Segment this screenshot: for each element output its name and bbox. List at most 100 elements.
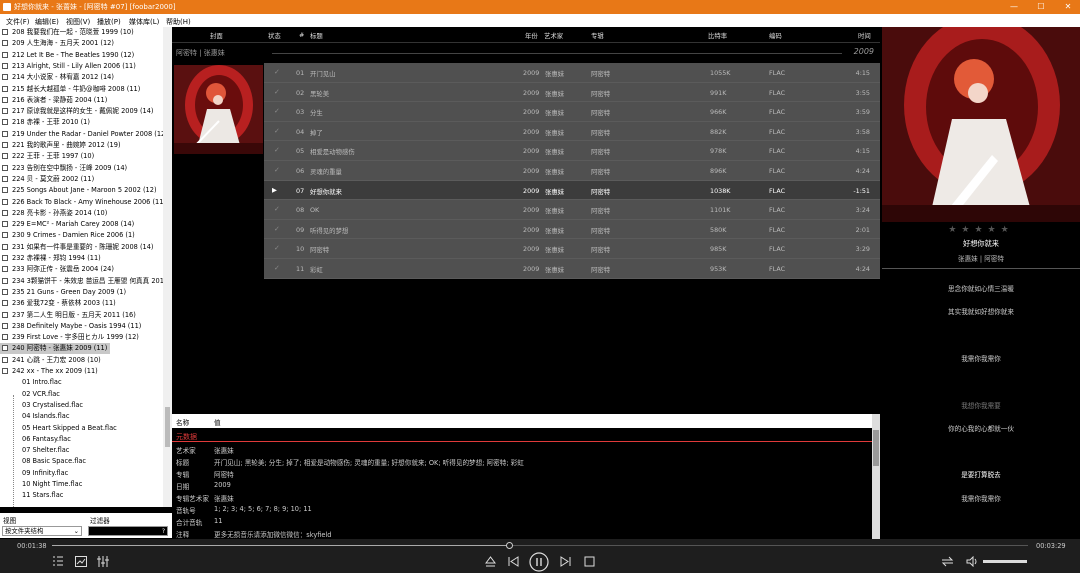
property-row[interactable]: 标题 开门见山; 黑轮美; 分生; 掉了; 相爱是动物感伤; 灵魂的重量; 好想你… bbox=[172, 456, 872, 468]
col-title[interactable]: 标题 bbox=[310, 31, 323, 40]
expand-box-icon[interactable] bbox=[2, 29, 8, 35]
expand-box-icon[interactable] bbox=[2, 164, 8, 171]
expand-box-icon[interactable] bbox=[2, 243, 8, 250]
expand-box-icon[interactable] bbox=[2, 153, 8, 160]
tree-album-item[interactable]: 221 我的歌声里 - 曲婉婷 2012 (19) bbox=[0, 140, 163, 151]
tree-album-item[interactable]: 242 xx - The xx 2009 (11) bbox=[0, 366, 163, 377]
expand-box-icon[interactable] bbox=[2, 62, 8, 69]
tree-album-item[interactable]: 232 赤裸裸 - 郑钧 1994 (11) bbox=[0, 253, 163, 264]
tree-scroll-thumb[interactable] bbox=[165, 407, 170, 447]
col-number[interactable]: # bbox=[299, 31, 304, 39]
expand-box-icon[interactable] bbox=[2, 130, 8, 137]
tree-album-item[interactable]: 233 阿弥正传 - 张震岳 2004 (24) bbox=[0, 264, 163, 275]
next-icon[interactable] bbox=[560, 556, 571, 567]
track-row[interactable]: ✓ 11 彩虹 2009 张惠妹 阿密特 953K FLAC 4:24 bbox=[264, 259, 880, 279]
tree-album-item[interactable]: 234 3颗猫饼干 - 朱效忠 苗运昌 王雁盟 何真真 2011 bbox=[0, 276, 163, 287]
tree-album-item[interactable]: 231 如果有一件事是重要的 - 陈珊妮 2008 (14) bbox=[0, 242, 163, 253]
expand-box-icon[interactable] bbox=[2, 187, 8, 194]
tree-album-item[interactable]: 229 E=MC² - Mariah Carey 2008 (14) bbox=[0, 219, 163, 230]
expand-box-icon[interactable] bbox=[2, 334, 8, 341]
track-row[interactable]: ✓ 04 掉了 2009 张惠妹 阿密特 882K FLAC 3:58 bbox=[264, 121, 880, 142]
tree-album-item[interactable]: 235 21 Guns - Green Day 2009 (1) bbox=[0, 287, 163, 298]
tree-album-item[interactable]: 237 第二人生 明日版 - 五月天 2011 (16) bbox=[0, 310, 163, 321]
track-row[interactable]: ✓ 03 分生 2009 张惠妹 阿密特 966K FLAC 3:59 bbox=[264, 102, 880, 122]
expand-box-icon[interactable] bbox=[2, 74, 8, 81]
close-button[interactable]: ✕ bbox=[1062, 1, 1074, 13]
filter-input[interactable]: ? bbox=[88, 526, 168, 536]
menu-help[interactable]: 帮助(H) bbox=[166, 17, 191, 27]
tree-album-item[interactable]: 241 心跳 - 王力宏 2008 (10) bbox=[0, 355, 163, 366]
tree-album-item[interactable]: 208 我要我们在一起 - 范晓萱 1999 (10) bbox=[0, 27, 163, 38]
track-row[interactable]: ▶ 07 好想你就来 2009 张惠妹 阿密特 1038K FLAC -1:51 bbox=[264, 180, 880, 201]
menu-file[interactable]: 文件(F) bbox=[6, 17, 30, 27]
minimize-button[interactable]: — bbox=[1008, 1, 1020, 13]
tree-album-item[interactable]: 219 Under the Radar - Daniel Powter 2008… bbox=[0, 129, 163, 140]
tree-album-item[interactable]: 228 亮卡影 - 孙燕姿 2014 (10) bbox=[0, 208, 163, 219]
expand-box-icon[interactable] bbox=[2, 345, 8, 352]
expand-box-icon[interactable] bbox=[2, 300, 8, 307]
tree-album-item[interactable]: 222 王菲 - 王菲 1997 (10) bbox=[0, 151, 163, 162]
property-row[interactable]: 日期 2009 bbox=[172, 480, 872, 492]
tree-album-item[interactable]: 225 Songs About Jane - Maroon 5 2002 (12… bbox=[0, 185, 163, 196]
tree-album-item[interactable]: 214 大小说家 - 林宥嘉 2012 (14) bbox=[0, 72, 163, 83]
expand-box-icon[interactable] bbox=[2, 322, 8, 329]
col-year[interactable]: 年份 bbox=[525, 31, 538, 40]
property-row[interactable]: 艺术家 张惠妹 bbox=[172, 444, 872, 456]
seek-knob[interactable] bbox=[506, 542, 514, 549]
tree-album-item[interactable]: 217 原谅我就是这样的女生 - 戴佩妮 2009 (14) bbox=[0, 106, 163, 117]
seek-bar[interactable] bbox=[52, 542, 1028, 549]
col-name[interactable]: 名称 bbox=[176, 417, 189, 427]
col-codec[interactable]: 编码 bbox=[769, 31, 782, 40]
tree-album-item[interactable]: 209 人生海海 - 五月天 2001 (12) bbox=[0, 38, 163, 49]
expand-box-icon[interactable] bbox=[2, 255, 8, 261]
tree-album-item[interactable]: 230 9 Crimes - Damien Rice 2006 (1) bbox=[0, 230, 163, 241]
expand-box-icon[interactable] bbox=[2, 198, 8, 205]
maximize-button[interactable]: ☐ bbox=[1035, 1, 1047, 13]
tree-album-item[interactable]: 212 Let It Be - The Beatles 1990 (12) bbox=[0, 50, 163, 61]
expand-box-icon[interactable] bbox=[2, 209, 8, 216]
playlist-view-icon[interactable] bbox=[52, 556, 64, 567]
tree-album-item[interactable]: 213 Alright, Still - Lily Allen 2006 (11… bbox=[0, 61, 163, 72]
expand-box-icon[interactable] bbox=[2, 277, 8, 284]
tree-album-item[interactable]: 223 告别在空中飘扬 - 汪峰 2009 (14) bbox=[0, 163, 163, 174]
expand-box-icon[interactable] bbox=[2, 142, 8, 148]
col-status[interactable]: 状态 bbox=[268, 31, 281, 40]
expand-box-icon[interactable] bbox=[2, 119, 8, 126]
col-value[interactable]: 值 bbox=[214, 417, 221, 427]
expand-box-icon[interactable] bbox=[2, 108, 8, 115]
tree-album-item[interactable]: 215 越长大越孤单 - 牛奶@咖啡 2008 (11) bbox=[0, 84, 163, 95]
track-row[interactable]: ✓ 02 黑轮美 2009 张惠妹 阿密特 991K FLAC 3:55 bbox=[264, 82, 880, 103]
rating-stars[interactable]: ★★★★★ bbox=[882, 225, 1080, 235]
menu-library[interactable]: 媒体库(L) bbox=[129, 17, 159, 27]
stop-icon[interactable] bbox=[584, 556, 595, 567]
view-select[interactable]: 按文件夹结构 ⌄ bbox=[2, 526, 82, 536]
tree-scrollbar[interactable] bbox=[163, 27, 172, 507]
tree-album-item[interactable]: 216 表演者 - 梁静茹 2004 (11) bbox=[0, 95, 163, 106]
expand-box-icon[interactable] bbox=[2, 51, 8, 58]
menu-view[interactable]: 视图(V) bbox=[66, 17, 90, 27]
volume-slider[interactable] bbox=[983, 560, 1027, 563]
pause-icon[interactable] bbox=[529, 552, 549, 572]
tree-album-item[interactable]: 226 Back To Black - Amy Winehouse 2006 (… bbox=[0, 197, 163, 208]
spectrum-view-icon[interactable] bbox=[75, 556, 87, 567]
col-artist[interactable]: 艺术家 bbox=[544, 31, 563, 40]
expand-box-icon[interactable] bbox=[2, 175, 8, 182]
track-row[interactable]: ✓ 09 听得见的梦想 2009 张惠妹 阿密特 580K FLAC 2:01 bbox=[264, 219, 880, 240]
property-row[interactable]: 合计音轨 11 bbox=[172, 516, 872, 528]
expand-box-icon[interactable] bbox=[2, 356, 8, 363]
col-bitrate[interactable]: 比特率 bbox=[708, 31, 727, 40]
menu-edit[interactable]: 编辑(E) bbox=[35, 17, 59, 27]
expand-box-icon[interactable] bbox=[2, 40, 8, 47]
expand-box-icon[interactable] bbox=[2, 96, 8, 103]
expand-box-icon[interactable] bbox=[2, 221, 8, 228]
track-row[interactable]: ✓ 10 阿密特 2009 张惠妹 阿密特 985K FLAC 3:29 bbox=[264, 239, 880, 259]
tree-album-item[interactable]: 239 First Love - 宇多田ヒカル 1999 (12) bbox=[0, 332, 163, 343]
tree-album-item[interactable]: 240 阿密特 - 张惠妹 2009 (11) bbox=[0, 343, 110, 355]
previous-icon[interactable] bbox=[508, 556, 519, 567]
tree-album-item[interactable]: 236 爱我72变 - 蔡依林 2003 (11) bbox=[0, 298, 163, 309]
expand-box-icon[interactable] bbox=[2, 232, 8, 239]
volume-icon[interactable] bbox=[966, 556, 978, 567]
expand-box-icon[interactable] bbox=[2, 311, 8, 318]
tree-album-item[interactable]: 218 赤裸 - 王菲 2010 (1) bbox=[0, 117, 163, 128]
track-row[interactable]: ✓ 01 开门见山 2009 张惠妹 阿密特 1055K FLAC 4:15 bbox=[264, 63, 880, 83]
